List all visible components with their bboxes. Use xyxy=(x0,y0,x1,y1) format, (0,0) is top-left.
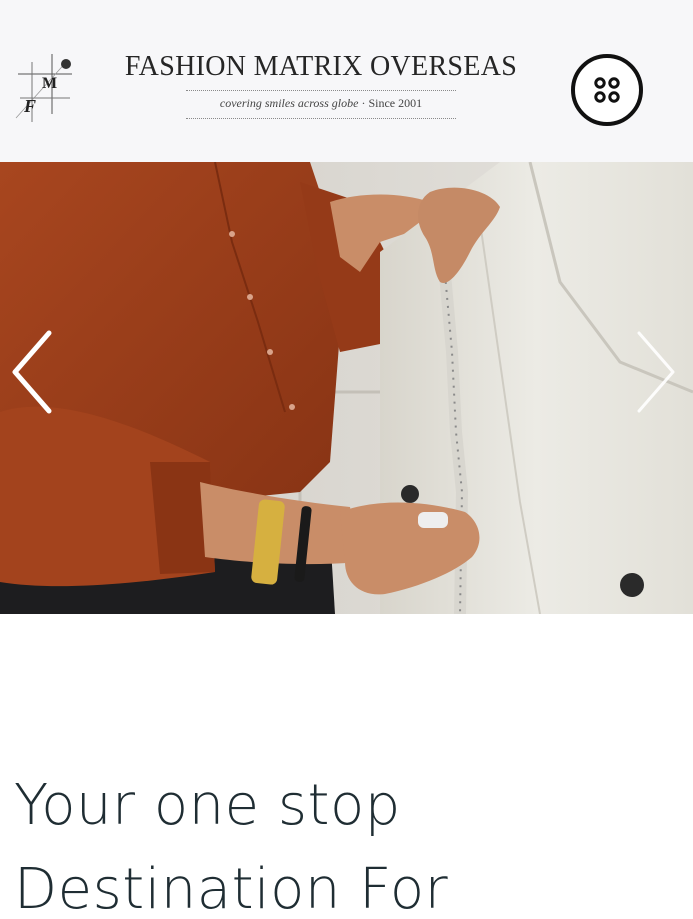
hero-image xyxy=(0,162,693,614)
brand-divider xyxy=(186,90,456,91)
logo-letter-m: M xyxy=(42,75,57,92)
tagline-script: covering smiles across globe xyxy=(219,96,359,110)
site-header: M F FASHION MATRIX OVERSEAS covering smi… xyxy=(0,0,693,162)
brand-name[interactable]: FASHION MATRIX OVERSEAS xyxy=(98,50,544,84)
chevron-right-icon xyxy=(637,331,675,413)
headline-line-2: Destination For xyxy=(14,857,449,919)
four-dots-menu-icon xyxy=(594,77,620,103)
hero-headline: Your one stop Destination For xyxy=(14,764,674,919)
hero-carousel xyxy=(0,162,693,614)
headline-line-1: Your one stop xyxy=(14,773,401,838)
brand: FASHION MATRIX OVERSEAS covering smiles … xyxy=(98,50,544,119)
tagline-since: Since 2001 xyxy=(368,96,423,110)
menu-button[interactable] xyxy=(571,54,643,126)
intro-section: Your one stop Destination For xyxy=(0,614,693,919)
brand-divider-bottom xyxy=(186,118,456,119)
brand-logo[interactable]: M F xyxy=(12,52,78,124)
page: M F FASHION MATRIX OVERSEAS covering smi… xyxy=(0,0,693,919)
chevron-left-icon xyxy=(12,330,52,414)
logo-icon: M F xyxy=(15,54,72,122)
carousel-next-button[interactable] xyxy=(626,322,686,422)
carousel-prev-button[interactable] xyxy=(2,322,62,422)
brand-tagline: covering smiles across globe · Since 200… xyxy=(98,94,544,112)
logo-letter-f: F xyxy=(23,96,36,116)
